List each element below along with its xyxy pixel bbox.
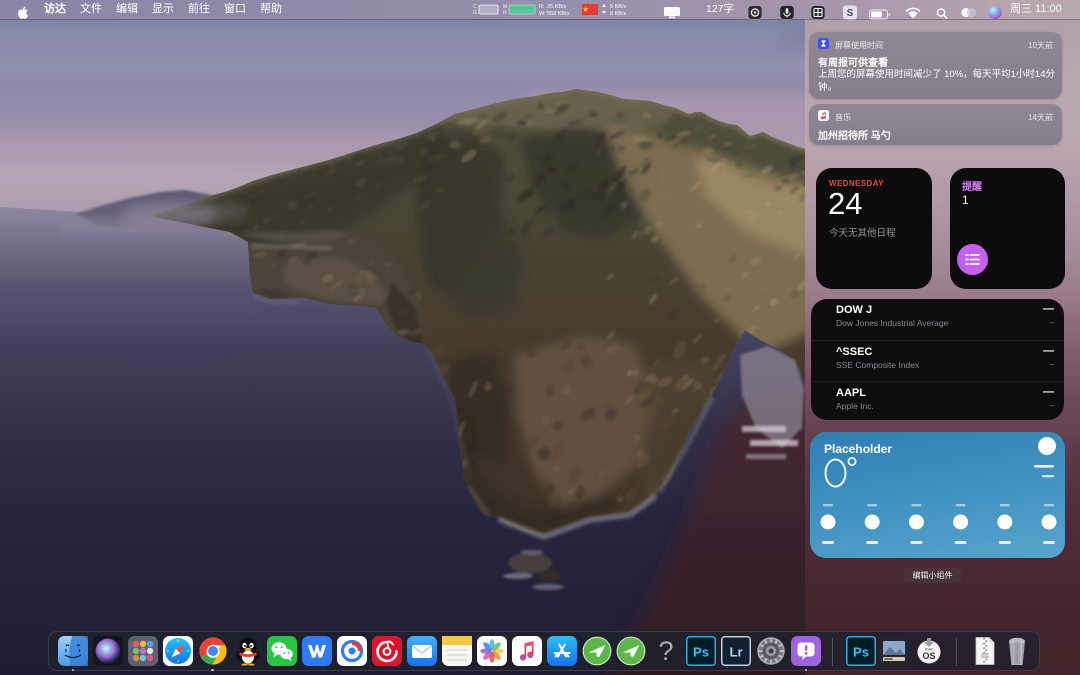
svg-text:OS: OS [922, 651, 935, 661]
svg-text:S: S [847, 8, 854, 19]
svg-text:G: G [473, 10, 477, 16]
svg-text:558 KB/s: 558 KB/s [547, 11, 570, 17]
svg-text:mac: mac [924, 646, 933, 651]
svg-text:W:: W: [539, 11, 546, 17]
svg-text:26 KB/s: 26 KB/s [547, 4, 567, 10]
svg-text:R: R [503, 10, 507, 16]
svg-text:5 KB/s: 5 KB/s [610, 4, 626, 10]
svg-text:8 KB/s: 8 KB/s [610, 11, 626, 17]
svg-text:ZIP: ZIP [982, 654, 988, 658]
svg-text:?: ? [659, 636, 674, 666]
svg-text:R:: R: [539, 4, 545, 10]
svg-text:Ps: Ps [853, 644, 869, 659]
svg-text:Ps: Ps [693, 644, 709, 659]
svg-text:Lr: Lr [730, 644, 743, 659]
